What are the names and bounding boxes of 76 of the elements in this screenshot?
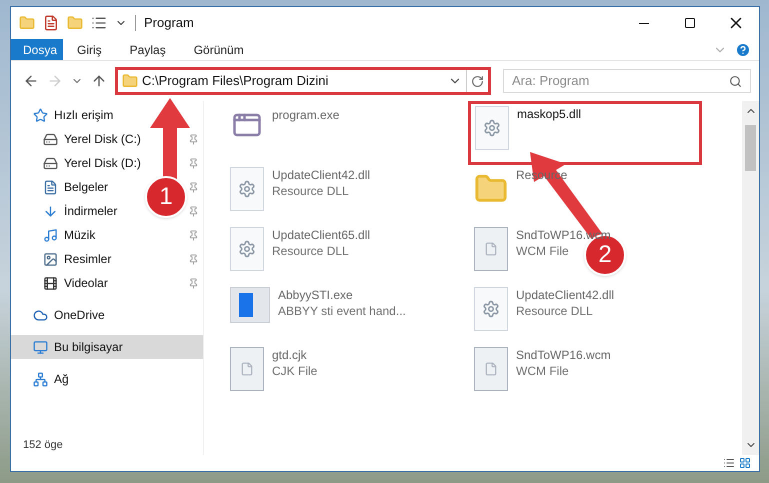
- up-icon[interactable]: [91, 73, 107, 89]
- sidebar-item[interactable]: Ağ: [11, 367, 73, 391]
- tiles-view-icon[interactable]: [739, 457, 751, 469]
- sidebar-item[interactable]: OneDrive: [11, 303, 109, 327]
- film-icon: [43, 276, 58, 290]
- file-type: WCM File: [516, 243, 569, 259]
- pin-icon[interactable]: [188, 134, 199, 144]
- scrollbar[interactable]: [742, 101, 759, 455]
- blank-file-icon: [230, 347, 264, 391]
- star-icon: [33, 108, 48, 122]
- file-type: ABBYY sti event hand...: [278, 303, 406, 319]
- pin-icon[interactable]: [188, 206, 199, 216]
- pin-icon[interactable]: [188, 254, 199, 264]
- list-icon[interactable]: [91, 15, 107, 31]
- window-icon: [230, 287, 270, 323]
- item-count: 152 öge: [22, 438, 64, 452]
- picture-icon: [43, 252, 58, 266]
- down-arrow-icon: [43, 204, 58, 218]
- file-name[interactable]: UpdateClient65.dll: [272, 227, 370, 243]
- file-name[interactable]: maskop5.dll: [517, 106, 582, 122]
- back-icon[interactable]: [23, 73, 39, 89]
- file-name[interactable]: UpdateClient42.dll: [516, 287, 614, 303]
- ribbon-tab[interactable]: Görünüm: [180, 39, 258, 60]
- file-type: WCM File: [516, 363, 569, 379]
- sidebar-item[interactable]: Videolar: [11, 271, 112, 295]
- ribbon-tab[interactable]: Giriş: [63, 39, 116, 60]
- sidebar-item[interactable]: Belgeler: [11, 175, 112, 199]
- gear-file-icon: [475, 106, 509, 150]
- pin-icon[interactable]: [188, 278, 199, 288]
- minimize-icon: [639, 22, 649, 24]
- search-field[interactable]: Ara: Program: [503, 69, 751, 93]
- pin-icon[interactable]: [188, 230, 199, 240]
- sidebar-item[interactable]: Bu bilgisayar: [11, 335, 203, 359]
- file-type: Resource DLL: [272, 183, 349, 199]
- window-title: Program: [144, 14, 194, 32]
- help-icon[interactable]: [735, 42, 751, 58]
- sidebar-item[interactable]: Yerel Disk (C:): [11, 127, 145, 151]
- file-name[interactable]: AbbyySTI.exe: [278, 287, 353, 303]
- maximize-icon: [684, 17, 696, 29]
- file-name[interactable]: program.exe: [272, 107, 340, 123]
- file-type: Resource DLL: [272, 243, 349, 259]
- address-bar[interactable]: C:\Program Files\Program Dizini: [115, 67, 491, 95]
- file-type: CJK File: [272, 363, 318, 379]
- search-icon[interactable]: [729, 74, 742, 88]
- gear-file-icon: [230, 167, 264, 211]
- monitor-icon: [33, 340, 48, 354]
- music-note-icon: [43, 228, 58, 242]
- pin-icon[interactable]: [188, 182, 199, 192]
- highlighted-file-item[interactable]: maskop5.dll: [468, 101, 702, 165]
- file-name[interactable]: SndToWP16.wcm: [516, 347, 611, 363]
- file-name[interactable]: gtd.cjk: [272, 347, 307, 363]
- sidebar-item[interactable]: Müzik: [11, 223, 100, 247]
- blank-file-icon: [474, 227, 508, 271]
- network-icon: [33, 372, 48, 386]
- gear-file-icon: [474, 287, 508, 331]
- sidebar-item[interactable]: Resimler: [11, 247, 116, 271]
- properties-icon[interactable]: [43, 15, 59, 31]
- folder-icon: [122, 73, 138, 89]
- sidebar-item[interactable]: Hızlı erişim: [11, 103, 118, 127]
- file-name[interactable]: UpdateClient42.dll: [272, 167, 370, 183]
- document-icon: [43, 180, 58, 194]
- pin-icon[interactable]: [188, 158, 199, 168]
- blank-file-icon: [474, 347, 508, 391]
- file-type: Resource DLL: [516, 303, 593, 319]
- drive-icon: [43, 132, 58, 146]
- drive-icon: [43, 156, 58, 170]
- sidebar-item[interactable]: İndirmeler: [11, 199, 122, 223]
- scroll-thumb[interactable]: [745, 125, 756, 171]
- refresh-icon[interactable]: [471, 74, 484, 88]
- ribbon-tab[interactable]: Dosya: [11, 39, 63, 60]
- gear-file-icon: [230, 227, 264, 271]
- cloud-icon: [33, 308, 48, 322]
- search-input[interactable]: Ara: Program: [512, 71, 729, 91]
- address-path: C:\Program Files\Program Dizini: [142, 72, 328, 90]
- sidebar-item[interactable]: Yerel Disk (D:): [11, 151, 145, 175]
- ribbon-tab[interactable]: Paylaş: [116, 39, 180, 60]
